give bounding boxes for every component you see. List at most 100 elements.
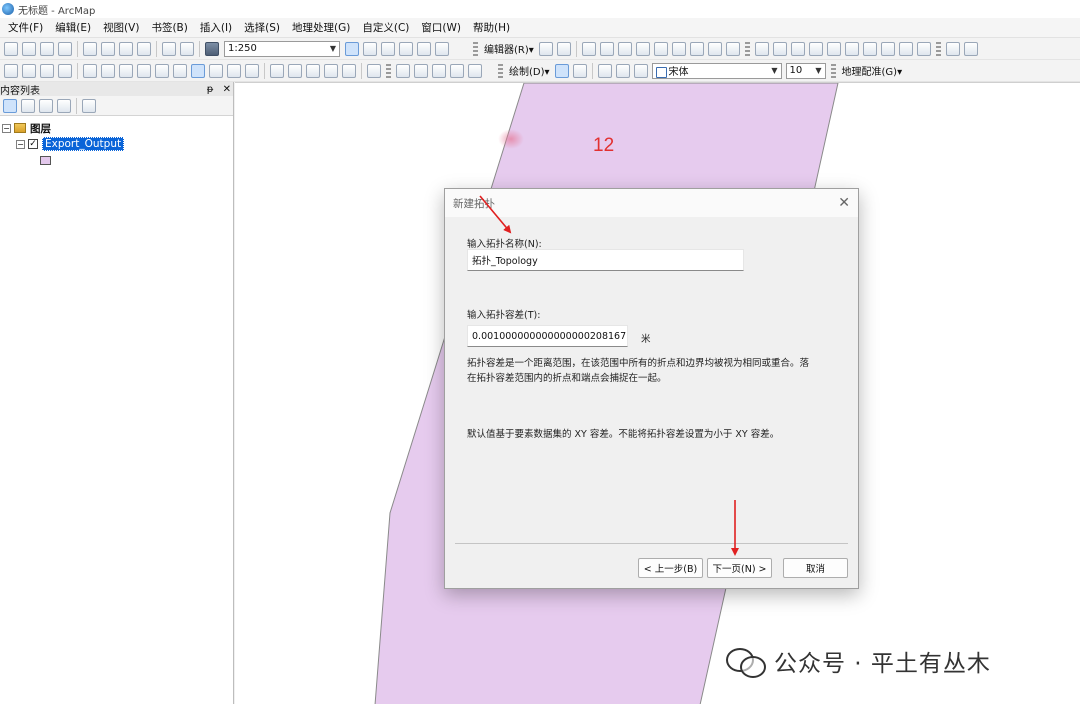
html-popup-icon[interactable] (245, 63, 259, 78)
list-by-visibility-icon[interactable] (39, 98, 53, 113)
close-icon[interactable]: ✕ (223, 84, 231, 95)
delete-icon[interactable] (137, 41, 151, 56)
open-folder-icon[interactable] (22, 41, 36, 56)
print-icon[interactable] (58, 41, 72, 56)
forward-arrow-icon[interactable] (137, 63, 151, 78)
select-elements-icon[interactable] (554, 63, 569, 78)
font-name-combobox[interactable]: 宋体 ▼ (651, 62, 782, 79)
cut-icon[interactable] (83, 41, 97, 56)
toolbar-grip[interactable] (830, 63, 836, 78)
pin-icon[interactable]: ᵽ (207, 84, 214, 95)
identify-icon[interactable] (209, 63, 223, 78)
pan-hand-icon[interactable] (40, 63, 54, 78)
close-icon[interactable]: ✕ (838, 195, 850, 211)
topology-name-input[interactable]: 拓扑_Topology (467, 249, 744, 271)
add-data-icon[interactable] (205, 41, 219, 56)
menu-windows[interactable]: 窗口(W) (415, 20, 467, 35)
python-window-icon[interactable] (435, 41, 449, 56)
search-window-icon[interactable] (399, 41, 413, 56)
toc-window-icon[interactable] (363, 41, 377, 56)
layer-row[interactable]: − ✓ Export_Output (0, 136, 233, 152)
clear-selection-icon[interactable] (173, 63, 187, 78)
topology-modify-icon[interactable] (808, 41, 823, 56)
layout-tool-icon[interactable] (396, 63, 410, 78)
menu-edit[interactable]: 编辑(E) (49, 20, 97, 35)
list-by-drawing-order-icon[interactable] (3, 98, 17, 113)
back-arrow-icon[interactable] (119, 63, 133, 78)
layer-name[interactable]: Export_Output (42, 137, 125, 151)
edit-annotation-icon[interactable] (556, 41, 571, 56)
topology-grid-icon[interactable] (916, 41, 931, 56)
topology-show-shared-icon[interactable] (826, 41, 841, 56)
editor-menu[interactable]: 编辑器(R)▾ (481, 41, 537, 56)
list-by-source-icon[interactable] (21, 98, 35, 113)
menu-insert[interactable]: 插入(I) (194, 20, 238, 35)
menu-bookmarks[interactable]: 书签(B) (145, 20, 193, 35)
measure-icon[interactable] (270, 63, 284, 78)
select-elements-arrow-icon[interactable] (191, 63, 205, 78)
cancel-button[interactable]: 取消 (783, 558, 848, 578)
collapse-icon[interactable]: − (16, 139, 25, 149)
chevron-down-icon[interactable]: ▼ (771, 66, 780, 75)
zoom-out-icon[interactable] (22, 63, 36, 78)
save-icon[interactable] (40, 41, 54, 56)
reshape-feature-icon[interactable] (671, 41, 686, 56)
toolbar-grip[interactable] (744, 41, 750, 56)
draw-menu[interactable]: 绘制(D)▾ (506, 63, 553, 78)
end-point-arc-icon[interactable] (599, 41, 614, 56)
text-a-icon[interactable] (615, 63, 630, 78)
layer-visibility-checkbox[interactable]: ✓ (28, 139, 38, 149)
full-extent-icon[interactable] (58, 63, 72, 78)
back-button[interactable]: < 上一步(B) (638, 558, 703, 578)
topology-tool-icon[interactable] (754, 41, 769, 56)
straight-segment-icon[interactable] (581, 41, 596, 56)
go-to-xy-icon[interactable] (324, 63, 338, 78)
arctoolbox-icon[interactable] (417, 41, 431, 56)
collapse-icon[interactable]: − (2, 123, 11, 133)
chevron-down-icon[interactable]: ▼ (330, 44, 339, 53)
toolbar-grip[interactable] (935, 41, 941, 56)
menu-view[interactable]: 视图(V) (97, 20, 145, 35)
error-inspector-icon[interactable] (880, 41, 895, 56)
zoom-in-icon[interactable] (4, 63, 18, 78)
hyperlink-icon[interactable] (227, 63, 241, 78)
rotate-element-icon[interactable] (572, 63, 587, 78)
layout-tool-icon[interactable] (414, 63, 428, 78)
copy-icon[interactable] (101, 41, 115, 56)
callout-icon[interactable] (633, 63, 648, 78)
toolbar-grip[interactable] (498, 63, 503, 78)
list-by-selection-icon[interactable] (57, 98, 71, 113)
redo-icon[interactable] (180, 41, 194, 56)
extra-tool-icon[interactable] (963, 41, 978, 56)
layout-tool-icon[interactable] (468, 63, 482, 78)
select-features-icon[interactable] (155, 63, 169, 78)
topology-edit-icon[interactable] (772, 41, 787, 56)
find-binoculars-icon[interactable] (288, 63, 302, 78)
menu-customize[interactable]: 自定义(C) (356, 20, 415, 35)
extra-tool-icon[interactable] (945, 41, 960, 56)
polygon-symbol-swatch[interactable] (40, 155, 51, 165)
rectangle-icon[interactable] (597, 63, 612, 78)
menu-selection[interactable]: 选择(S) (238, 20, 286, 35)
font-size-combobox[interactable]: 10 ▼ (785, 62, 826, 79)
toolbar-grip[interactable] (473, 41, 478, 56)
editor-toolbar-icon[interactable] (345, 41, 359, 56)
cut-polygons-icon[interactable] (689, 41, 704, 56)
point-icon[interactable] (635, 41, 650, 56)
topology-fix-icon[interactable] (862, 41, 877, 56)
toc-options-icon[interactable] (82, 98, 96, 113)
time-slider-icon[interactable] (342, 63, 356, 78)
layout-tool-icon[interactable] (432, 63, 446, 78)
next-button[interactable]: 下一页(N) > (707, 558, 772, 578)
split-icon[interactable] (707, 41, 722, 56)
new-document-icon[interactable] (4, 41, 18, 56)
toolbar-grip[interactable] (386, 63, 391, 78)
topology-construct-icon[interactable] (898, 41, 913, 56)
layout-tool-icon[interactable] (450, 63, 464, 78)
fixed-zoom-in-icon[interactable] (83, 63, 97, 78)
fixed-zoom-out-icon[interactable] (101, 63, 115, 78)
viewer-window-icon[interactable] (367, 63, 381, 78)
undo-icon[interactable] (162, 41, 176, 56)
edit-tool-icon[interactable] (538, 41, 553, 56)
menu-help[interactable]: 帮助(H) (467, 20, 516, 35)
